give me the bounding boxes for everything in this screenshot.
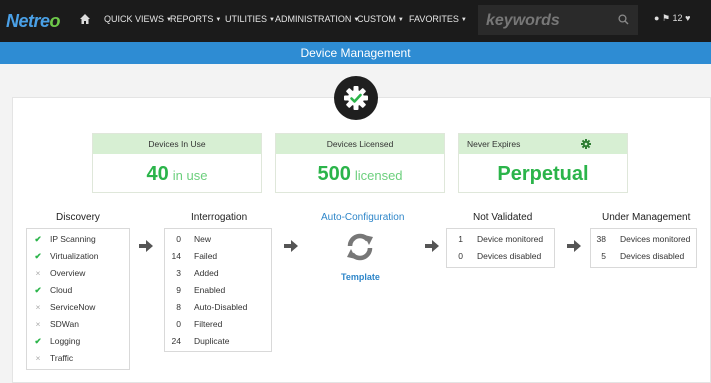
discovery-item[interactable]: ✔ Cloud: [27, 282, 129, 299]
not-validated-list: 1 Device monitored 0 Devices disabled: [446, 228, 555, 268]
nav-quick-views[interactable]: QUICK VIEWS ▼: [104, 14, 172, 24]
nav-reports[interactable]: REPORTS ▼: [170, 14, 221, 24]
device-management-gear-icon: [334, 76, 378, 120]
check-icon: ✔: [34, 234, 42, 244]
interrogation-list: 0 New 14 Failed 3 Added 9 Enabled 8 Auto-Disa…: [164, 228, 272, 352]
interrogation-item[interactable]: 3 Added: [165, 265, 271, 282]
discovery-item[interactable]: × Traffic: [27, 350, 129, 367]
interrogation-item[interactable]: 24 Duplicate: [165, 333, 271, 350]
auto-configuration-link[interactable]: Auto-Configuration: [321, 212, 404, 223]
under-management-title: Under Management: [602, 212, 691, 223]
license-expiry-card: Never Expires Perpetual: [458, 133, 628, 193]
top-nav: Netreo QUICK VIEWS ▼ REPORTS ▼ UTILITIES ▼ …: [0, 0, 711, 42]
search-icon[interactable]: [618, 14, 629, 25]
cross-icon: ×: [35, 268, 41, 278]
interrogation-title: Interrogation: [191, 212, 248, 223]
gear-icon[interactable]: [581, 139, 591, 149]
discovery-item[interactable]: ✔ Virtualization: [27, 248, 129, 265]
interrogation-item[interactable]: 0 Filtered: [165, 316, 271, 333]
check-icon: ✔: [34, 251, 42, 261]
card-header: Never Expires: [459, 134, 627, 154]
not-validated-item[interactable]: 1 Device monitored: [447, 231, 554, 248]
search-input[interactable]: keywords: [478, 5, 638, 35]
check-icon: ✔: [34, 285, 42, 295]
interrogation-item[interactable]: 8 Auto-Disabled: [165, 299, 271, 316]
alerts-count: 12: [672, 13, 683, 23]
devices-in-use-card: Devices In Use 40 in use: [92, 133, 262, 193]
arrow-right-icon: [567, 240, 581, 252]
arrow-right-icon: [425, 240, 439, 252]
check-icon: ✔: [34, 336, 42, 346]
discovery-item[interactable]: ✔ Logging: [27, 333, 129, 350]
license-expiry-header: Never Expires: [467, 139, 521, 149]
discovery-list: ✔ IP Scanning ✔ Virtualization × Overview ✔…: [26, 228, 130, 370]
interrogation-item[interactable]: 0 New: [165, 231, 271, 248]
app-logo[interactable]: Netreo: [6, 11, 61, 32]
cross-icon: ×: [35, 319, 41, 329]
arrow-right-icon: [284, 240, 298, 252]
discovery-item[interactable]: × ServiceNow: [27, 299, 129, 316]
card-body: 40 in use: [93, 154, 261, 194]
devices-in-use-value: 40: [146, 163, 169, 185]
home-icon[interactable]: [79, 13, 91, 25]
interrogation-item[interactable]: 14 Failed: [165, 248, 271, 265]
card-header: Devices Licensed: [276, 134, 444, 154]
arrow-right-icon: [139, 240, 153, 252]
under-management-item[interactable]: 38 Devices monitored: [591, 231, 696, 248]
user-tools: ● ⚑ 12 ♥: [654, 13, 690, 24]
under-management-list: 38 Devices monitored 5 Devices disabled: [590, 228, 697, 268]
heart-icon[interactable]: ♥: [685, 13, 690, 23]
alerts-icon[interactable]: ⚑: [662, 13, 670, 23]
page-title: Device Management: [300, 46, 411, 60]
nav-administration[interactable]: ADMINISTRATION ▼: [275, 14, 359, 24]
search-placeholder: keywords: [486, 12, 560, 29]
cross-icon: ×: [35, 353, 41, 363]
discovery-item[interactable]: × Overview: [27, 265, 129, 282]
cross-icon: ×: [35, 302, 41, 312]
card-body: 500 licensed: [276, 154, 444, 194]
not-validated-item[interactable]: 0 Devices disabled: [447, 248, 554, 265]
discovery-item[interactable]: ✔ IP Scanning: [27, 231, 129, 248]
interrogation-item[interactable]: 9 Enabled: [165, 282, 271, 299]
card-header: Devices In Use: [93, 134, 261, 154]
license-expiry-value: Perpetual: [497, 163, 589, 185]
nav-utilities[interactable]: UTILITIES ▼: [225, 14, 275, 24]
nav-favorites[interactable]: FAVORITES ▼: [409, 14, 467, 24]
discovery-title: Discovery: [56, 212, 100, 223]
devices-licensed-suffix: licensed: [354, 168, 403, 183]
devices-licensed-card: Devices Licensed 500 licensed: [275, 133, 445, 193]
discovery-item[interactable]: × SDWan: [27, 316, 129, 333]
under-management-item[interactable]: 5 Devices disabled: [591, 248, 696, 265]
refresh-icon[interactable]: [344, 232, 376, 262]
user-icon[interactable]: ●: [654, 13, 659, 23]
devices-in-use-suffix: in use: [172, 168, 208, 183]
page-header-bar: Device Management: [0, 42, 711, 64]
template-link[interactable]: Template: [341, 272, 380, 282]
not-validated-title: Not Validated: [473, 212, 533, 223]
devices-licensed-value: 500: [317, 163, 351, 185]
nav-custom[interactable]: CUSTOM ▼: [357, 14, 404, 24]
card-body: Perpetual: [459, 154, 627, 194]
